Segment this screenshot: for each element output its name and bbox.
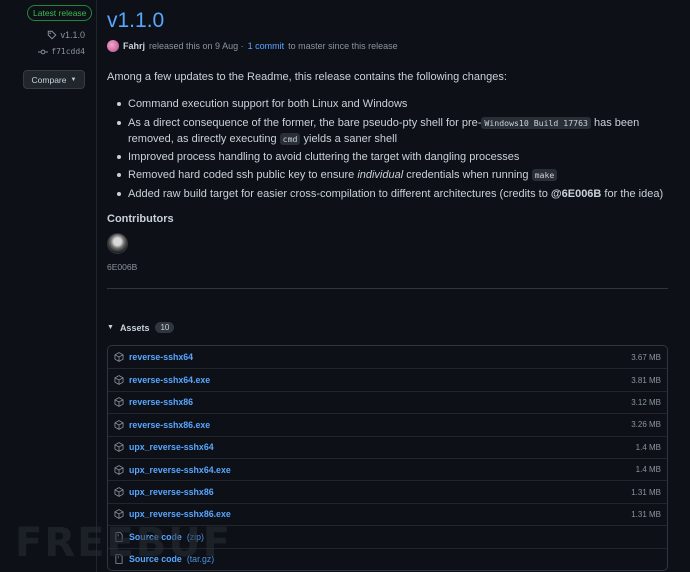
asset-size: 1.31 MB — [631, 509, 661, 519]
asset-size: 1.4 MB — [635, 465, 661, 475]
sidebar-divider — [96, 0, 97, 572]
caret-down-icon: ▼ — [107, 324, 114, 331]
inline-code: Windows10 Build 17763 — [481, 116, 591, 129]
list-item: As a direct consequence of the former, t… — [107, 115, 668, 147]
asset-row[interactable]: reverse-sshx86 3.12 MB — [108, 390, 667, 413]
list-item: Improved process handling to avoid clutt… — [107, 149, 668, 165]
asset-row[interactable]: upx_reverse-sshx64 1.4 MB — [108, 435, 667, 458]
list-item-text: As a direct consequence of the former, t… — [128, 116, 482, 129]
assets-toggle[interactable]: ▼ Assets 10 — [107, 322, 175, 333]
released-text: released this on 9 Aug · — [149, 41, 244, 51]
package-icon — [114, 397, 124, 408]
asset-size: 1.31 MB — [631, 487, 661, 497]
release-meta: Fahrj released this on 9 Aug · 1 commit … — [107, 40, 398, 52]
asset-row[interactable]: reverse-sshx86.exe 3.26 MB — [108, 413, 667, 435]
chevron-down-icon: ▼ — [70, 76, 77, 83]
list-item: Added raw build target for easier cross-… — [107, 186, 668, 202]
inline-code: make — [531, 169, 558, 181]
package-icon — [114, 442, 124, 453]
asset-name[interactable]: reverse-sshx64 — [129, 352, 193, 362]
package-icon — [114, 352, 124, 363]
package-icon — [114, 464, 124, 475]
list-item-text: Removed hard coded ssh public key to ens… — [128, 169, 358, 181]
release-tag[interactable]: v1.1.0 — [47, 30, 85, 40]
asset-name[interactable]: reverse-sshx86.exe — [129, 420, 210, 430]
asset-row[interactable]: upx_reverse-sshx86 1.31 MB — [108, 480, 667, 502]
release-title[interactable]: v1.1.0 — [107, 9, 164, 33]
contributors-heading: Contributors — [107, 213, 174, 225]
contributor-avatar[interactable] — [107, 233, 128, 254]
asset-name[interactable]: upx_reverse-sshx86.exe — [129, 509, 231, 519]
package-icon — [114, 420, 124, 430]
release-sidebar: Latest release v1.1.0 f71cdd4 Compare ▼ — [0, 0, 96, 572]
commit-icon — [38, 49, 49, 54]
release-author[interactable]: Fahrj — [123, 41, 145, 51]
list-item-text: yields a saner shell — [300, 132, 398, 145]
latest-release-badge: Latest release — [27, 5, 93, 21]
compare-button-label: Compare — [31, 74, 67, 85]
tag-icon — [48, 30, 57, 40]
release-commit-label: f71cdd4 — [51, 47, 85, 56]
list-item-text: credentials when running — [403, 169, 532, 181]
assets-heading: Assets — [119, 322, 150, 333]
asset-row[interactable]: reverse-sshx64 3.67 MB — [108, 346, 667, 368]
release-commit[interactable]: f71cdd4 — [38, 47, 85, 56]
release-tag-label: v1.1.0 — [60, 30, 85, 40]
inline-code: cmd — [279, 132, 301, 145]
section-divider — [107, 288, 668, 289]
asset-name[interactable]: upx_reverse-sshx64 — [129, 442, 214, 452]
asset-size: 3.81 MB — [631, 375, 661, 385]
list-item-text: Command execution support for both Linux… — [128, 98, 408, 110]
since-text: to master since this release — [288, 41, 398, 51]
asset-name[interactable]: upx_reverse-sshx64.exe — [129, 465, 231, 475]
list-item: Removed hard coded ssh public key to ens… — [107, 167, 668, 183]
compare-button[interactable]: Compare ▼ — [23, 70, 85, 89]
contributor-name[interactable]: 6E006B — [107, 262, 137, 272]
mention[interactable]: @6E006B — [551, 188, 601, 200]
asset-name[interactable]: reverse-sshx64.exe — [129, 375, 210, 385]
asset-size: 3.12 MB — [631, 397, 661, 407]
watermark: FREEBUF — [15, 520, 233, 566]
asset-row[interactable]: upx_reverse-sshx64.exe 1.4 MB — [108, 457, 667, 480]
asset-name[interactable]: upx_reverse-sshx86 — [129, 487, 214, 497]
asset-size: 3.67 MB — [631, 352, 661, 362]
asset-size: 3.26 MB — [631, 420, 661, 430]
list-item: Command execution support for both Linux… — [107, 96, 668, 112]
avatar[interactable] — [107, 40, 119, 52]
package-icon — [114, 375, 124, 385]
asset-size: 1.4 MB — [635, 442, 661, 452]
release-intro: Among a few updates to the Readme, this … — [107, 71, 507, 83]
list-item-text: for the idea) — [601, 187, 664, 200]
commit-link[interactable]: 1 commit — [248, 41, 285, 51]
changes-list: Command execution support for both Linux… — [107, 96, 668, 204]
list-item-text: Improved process handling to avoid clutt… — [128, 150, 520, 163]
asset-name[interactable]: reverse-sshx86 — [129, 397, 193, 407]
emphasis-text: individual — [357, 169, 404, 181]
asset-row[interactable]: reverse-sshx64.exe 3.81 MB — [108, 368, 667, 390]
list-item-text: Added raw build target for easier cross-… — [128, 187, 551, 200]
package-icon — [114, 509, 124, 520]
assets-count-badge: 10 — [155, 322, 175, 333]
package-icon — [114, 487, 124, 497]
